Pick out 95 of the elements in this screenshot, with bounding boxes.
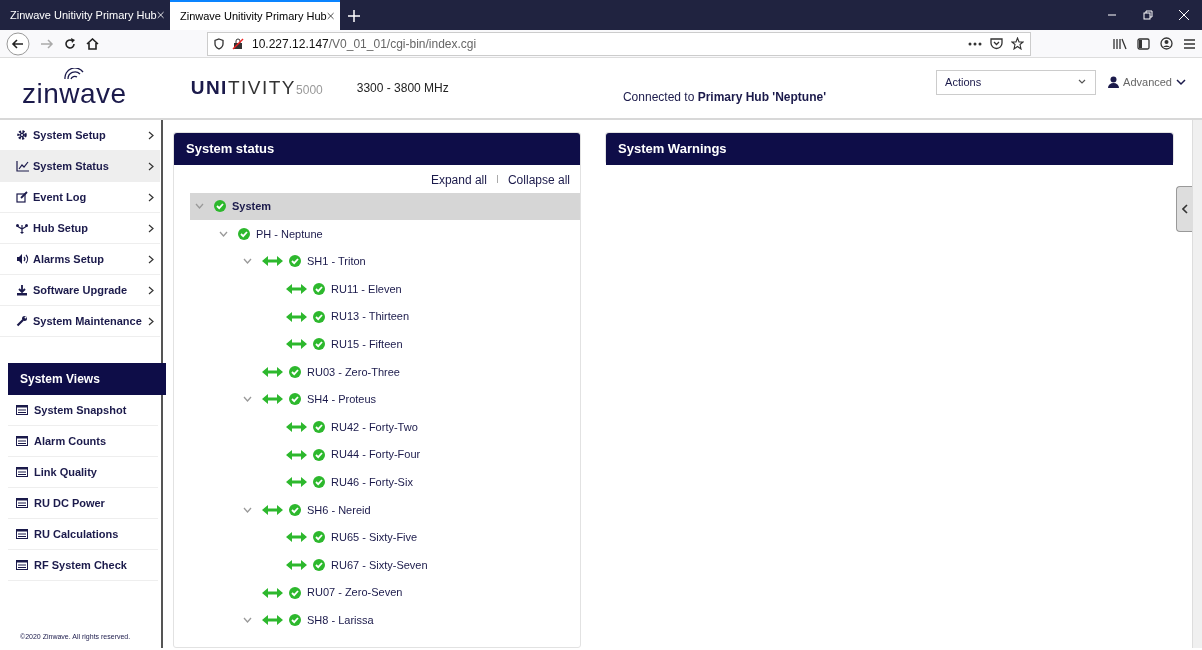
connection-status: Connected to Primary Hub 'Neptune' <box>622 89 827 106</box>
check-circle-icon <box>289 255 301 268</box>
chevron-icon <box>148 223 154 233</box>
list-window-icon <box>16 529 28 539</box>
separator-icon <box>496 175 498 184</box>
check-circle-icon <box>289 393 301 406</box>
tree-node[interactable]: System <box>190 192 580 221</box>
chevron-icon <box>148 285 154 295</box>
tree-node[interactable]: RU65 - Sixty-Five <box>262 523 580 552</box>
speaker-icon <box>16 253 29 265</box>
user-menu[interactable]: Advanced <box>1102 72 1192 92</box>
check-circle-icon <box>313 338 325 351</box>
menu-icon[interactable] <box>1183 37 1196 50</box>
tree-node[interactable]: RU42 - Forty-Two <box>262 413 580 441</box>
check-circle-icon <box>313 283 325 296</box>
wifi-signal-icon <box>63 68 86 80</box>
logo-text: zinwave <box>22 80 127 108</box>
chevron-down-icon[interactable] <box>242 258 252 265</box>
chevron-icon <box>148 316 154 326</box>
collapse-handle[interactable] <box>1176 186 1192 232</box>
actions-dropdown[interactable]: Actions <box>936 69 1097 95</box>
chevron-left-icon <box>1181 204 1188 214</box>
tree-node[interactable]: RU15 - Fifteen <box>262 330 580 359</box>
scrollbar[interactable] <box>1192 120 1202 648</box>
browser-tab[interactable]: Zinwave Unitivity Primary Hub <box>0 0 170 30</box>
network-icon <box>16 222 29 234</box>
tree-link[interactable]: Expand all <box>430 170 487 189</box>
address-bar[interactable]: 10.227.12.147/V0_01_01/cgi-bin/index.cgi <box>207 31 1031 56</box>
tree-node[interactable]: RU46 - Forty-Six <box>262 468 580 497</box>
library-icon[interactable] <box>1113 37 1127 50</box>
tree-node[interactable]: SH6 - Nereid <box>238 496 580 524</box>
chevron-down-icon[interactable] <box>242 617 252 624</box>
back-icon[interactable] <box>6 31 30 56</box>
pocket-icon[interactable] <box>990 37 1003 50</box>
chevron-icon <box>148 130 154 140</box>
check-circle-icon <box>289 586 301 599</box>
check-circle-icon <box>313 310 325 323</box>
account-icon[interactable] <box>1160 37 1173 50</box>
sidebar-icon[interactable] <box>1137 37 1150 50</box>
edit-icon <box>16 191 29 203</box>
line-chart-icon <box>16 160 29 172</box>
check-circle-icon <box>313 476 325 489</box>
chevron-down-icon[interactable] <box>218 230 228 237</box>
check-circle-icon <box>313 559 325 571</box>
list-window-icon <box>16 436 28 446</box>
check-circle-icon <box>313 448 325 461</box>
chevron-down-icon[interactable] <box>242 396 252 403</box>
panel-title: System Warnings <box>606 133 1173 165</box>
star-icon[interactable] <box>1011 37 1024 50</box>
person-icon <box>1108 76 1120 88</box>
wrench-icon <box>16 315 29 327</box>
chevron-icon <box>148 254 154 264</box>
tree-node[interactable]: PH - Neptune <box>214 220 580 248</box>
caret-icon <box>1176 77 1186 87</box>
check-circle-icon <box>289 503 301 516</box>
forward-icon <box>40 37 54 50</box>
chevron-icon <box>148 192 154 202</box>
chevron-icon <box>148 161 154 171</box>
restore-icon[interactable] <box>1142 9 1154 21</box>
check-circle-icon <box>289 365 301 378</box>
tree-node[interactable]: SH8 - Larissa <box>238 606 580 634</box>
shield-icon <box>214 37 224 50</box>
list-window-icon <box>16 560 28 570</box>
panel-title: System status <box>174 133 580 165</box>
frequency-label: 3300 - 3800 MHz <box>356 80 449 97</box>
tree-node[interactable]: SH1 - Triton <box>238 247 580 276</box>
check-circle-icon <box>238 227 250 240</box>
tree-node[interactable]: RU13 - Thirteen <box>262 302 580 331</box>
section-header: System Views <box>8 363 166 395</box>
tree-node[interactable]: RU11 - Eleven <box>262 275 580 303</box>
list-window-icon <box>16 405 28 415</box>
check-circle-icon <box>289 614 301 627</box>
tree-node[interactable]: SH4 - Proteus <box>238 385 580 414</box>
download-icon <box>16 284 29 296</box>
tree-node[interactable]: RU07 - Zero-Seven <box>238 578 580 607</box>
check-circle-icon <box>214 200 226 213</box>
tree-node[interactable]: RU03 - Zero-Three <box>238 358 580 386</box>
tree-node[interactable]: RU67 - Sixty-Seven <box>262 551 580 579</box>
broken-lock-icon <box>232 37 244 50</box>
reload-icon[interactable] <box>64 37 76 50</box>
more-icon[interactable] <box>968 41 982 46</box>
list-window-icon <box>16 498 28 508</box>
plus-icon[interactable] <box>348 9 360 22</box>
home-icon[interactable] <box>86 37 99 50</box>
gear-icon <box>16 129 29 141</box>
sidebar-menu-item[interactable]: System Status <box>0 151 160 182</box>
check-circle-icon <box>313 531 325 544</box>
product-name: UNITIVITY5000 <box>190 75 323 100</box>
list-window-icon <box>16 467 28 477</box>
tree-link[interactable]: Collapse all <box>507 170 570 189</box>
url-text: 10.227.12.147/V0_01_01/cgi-bin/index.cgi <box>252 35 477 53</box>
browser-tab[interactable]: Zinwave Unitivity Primary Hub <box>170 0 340 30</box>
tree-node[interactable]: RU44 - Forty-Four <box>262 440 580 469</box>
chevron-down-icon[interactable] <box>242 506 252 513</box>
check-circle-icon <box>313 421 325 434</box>
